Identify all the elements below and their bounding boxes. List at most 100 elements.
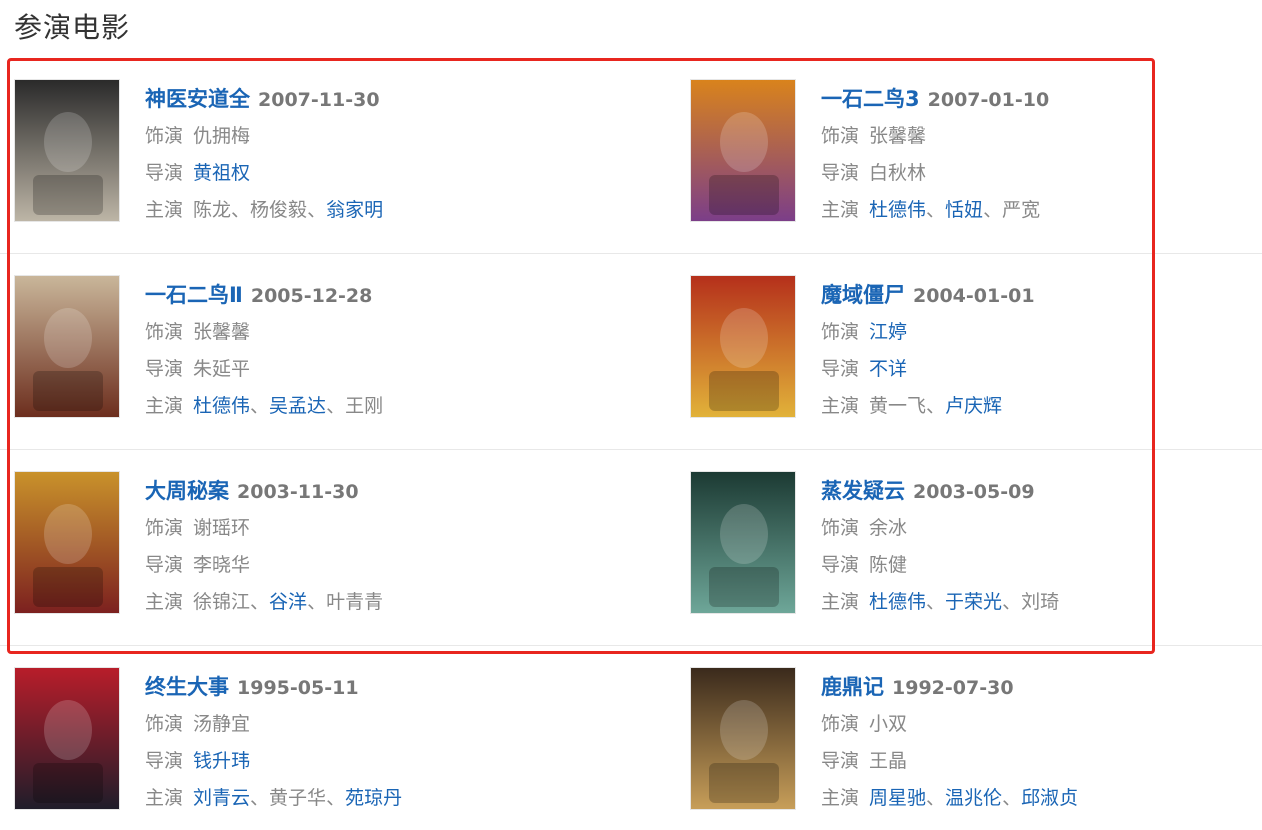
row-divider [0, 253, 1262, 254]
role-label: 饰演 [821, 125, 860, 147]
release-date: 2003-11-30 [237, 481, 359, 503]
person-name: 徐锦江 [193, 591, 251, 613]
release-date: 2005-12-28 [250, 285, 373, 307]
separator: 、 [1002, 787, 1022, 809]
title-line: 蒸发疑云 2003-05-09 [821, 475, 1059, 505]
director-label: 导演 [821, 162, 860, 184]
role-label: 饰演 [145, 321, 184, 343]
person-name: 王晶 [869, 750, 908, 772]
title-line: 终生大事 1995-05-11 [145, 671, 402, 701]
person-name: 张馨馨 [193, 321, 251, 343]
cast-line: 主演 杜德伟、于荣光、刘琦 [821, 587, 1059, 616]
person-name: 黄子华 [269, 787, 327, 809]
director-line: 导演 陈健 [821, 550, 1059, 579]
movie-poster[interactable] [14, 79, 120, 222]
movie-title-link[interactable]: 一石二鸟Ⅱ [145, 283, 243, 307]
separator: 、 [1002, 591, 1022, 613]
role-line: 饰演 谢瑶环 [145, 513, 383, 542]
person-name: 汤静宜 [193, 713, 251, 735]
person-name[interactable]: 吴孟达 [269, 395, 326, 417]
person-name[interactable]: 黄祖权 [193, 162, 250, 184]
director-line: 导演 钱升玮 [145, 746, 402, 775]
movie-title-link[interactable]: 大周秘案 [145, 479, 229, 503]
cast-line: 主演 陈龙、杨俊毅、翁家明 [145, 195, 383, 224]
director-line: 导演 李晓华 [145, 550, 383, 579]
director-label: 导演 [145, 554, 184, 576]
movie-title-link[interactable]: 魔域僵尸 [821, 283, 905, 307]
cast-label: 主演 [145, 591, 184, 613]
cast-label: 主演 [821, 199, 860, 221]
movie-title-link[interactable]: 鹿鼎记 [821, 675, 884, 699]
person-name[interactable]: 邱淑贞 [1021, 787, 1078, 809]
separator: 、 [926, 199, 946, 221]
person-name[interactable]: 卢庆辉 [945, 395, 1002, 417]
director-label: 导演 [821, 358, 860, 380]
separator: 、 [926, 787, 946, 809]
movie-card: 神医安道全 2007-11-30 饰演 仇拥梅 导演 黄祖权 主演 陈龙、杨俊毅、翁家明 [14, 79, 674, 229]
cast-line: 主演 徐锦江、谷洋、叶青青 [145, 587, 383, 616]
person-name[interactable]: 温兆伦 [945, 787, 1002, 809]
movie-card: 终生大事 1995-05-11 饰演 汤静宜 导演 钱升玮 主演 刘青云、黄子华、苑琼丹 [14, 667, 674, 817]
separator: 、 [926, 591, 946, 613]
person-name: 王刚 [345, 395, 384, 417]
row-divider [0, 449, 1262, 450]
director-label: 导演 [145, 358, 184, 380]
separator: 、 [326, 787, 346, 809]
role-label: 饰演 [145, 713, 184, 735]
person-name[interactable]: 于荣光 [945, 591, 1002, 613]
person-name[interactable]: 钱升玮 [193, 750, 250, 772]
cast-line: 主演 黄一飞、卢庆辉 [821, 391, 1035, 420]
role-label: 饰演 [821, 517, 860, 539]
person-name[interactable]: 苑琼丹 [345, 787, 402, 809]
movie-poster[interactable] [14, 667, 120, 810]
person-name[interactable]: 江婷 [869, 321, 907, 343]
director-label: 导演 [145, 162, 184, 184]
person-name: 白秋林 [869, 162, 927, 184]
person-name: 陈健 [869, 554, 908, 576]
cast-label: 主演 [821, 787, 860, 809]
person-name[interactable]: 谷洋 [269, 591, 307, 613]
person-name[interactable]: 周星驰 [869, 787, 926, 809]
person-name[interactable]: 恬妞 [945, 199, 983, 221]
person-name[interactable]: 翁家明 [326, 199, 383, 221]
separator: 、 [983, 199, 1003, 221]
movie-info: 一石二鸟Ⅱ 2005-12-28 饰演 张馨馨 导演 朱延平 主演 杜德伟、吴孟达、王刚 [145, 279, 383, 420]
role-line: 饰演 汤静宜 [145, 709, 402, 738]
person-name[interactable]: 杜德伟 [869, 591, 926, 613]
movie-poster[interactable] [690, 275, 796, 418]
person-name: 陈龙 [193, 199, 232, 221]
cast-label: 主演 [821, 395, 860, 417]
person-name[interactable]: 杜德伟 [869, 199, 926, 221]
role-line: 饰演 张馨馨 [145, 317, 383, 346]
cast-line: 主演 杜德伟、恬妞、严宽 [821, 195, 1049, 224]
movie-poster[interactable] [690, 667, 796, 810]
director-label: 导演 [145, 750, 184, 772]
person-name: 朱延平 [193, 358, 251, 380]
movie-poster[interactable] [690, 79, 796, 222]
director-label: 导演 [821, 554, 860, 576]
person-name[interactable]: 杜德伟 [193, 395, 250, 417]
movie-card: 魔域僵尸 2004-01-01 饰演 江婷 导演 不详 主演 黄一飞、卢庆辉 [690, 275, 1262, 425]
row-divider [0, 645, 1262, 646]
title-line: 一石二鸟3 2007-01-10 [821, 83, 1049, 113]
movie-title-link[interactable]: 一石二鸟3 [821, 87, 920, 111]
section-title: 参演电影 [14, 11, 131, 44]
separator: 、 [307, 591, 327, 613]
cast-label: 主演 [145, 199, 184, 221]
person-name: 张馨馨 [869, 125, 927, 147]
title-line: 魔域僵尸 2004-01-01 [821, 279, 1035, 309]
movie-card: 一石二鸟Ⅱ 2005-12-28 饰演 张馨馨 导演 朱延平 主演 杜德伟、吴孟达、王刚 [14, 275, 674, 425]
separator: 、 [250, 395, 270, 417]
movie-poster[interactable] [690, 471, 796, 614]
movie-poster[interactable] [14, 471, 120, 614]
director-label: 导演 [821, 750, 860, 772]
separator: 、 [926, 395, 946, 417]
person-name[interactable]: 不详 [869, 358, 907, 380]
movie-title-link[interactable]: 终生大事 [145, 675, 229, 699]
director-line: 导演 白秋林 [821, 158, 1049, 187]
movie-title-link[interactable]: 神医安道全 [145, 87, 250, 111]
person-name[interactable]: 刘青云 [193, 787, 250, 809]
movie-title-link[interactable]: 蒸发疑云 [821, 479, 905, 503]
movie-poster[interactable] [14, 275, 120, 418]
release-date: 2007-01-10 [927, 89, 1050, 111]
